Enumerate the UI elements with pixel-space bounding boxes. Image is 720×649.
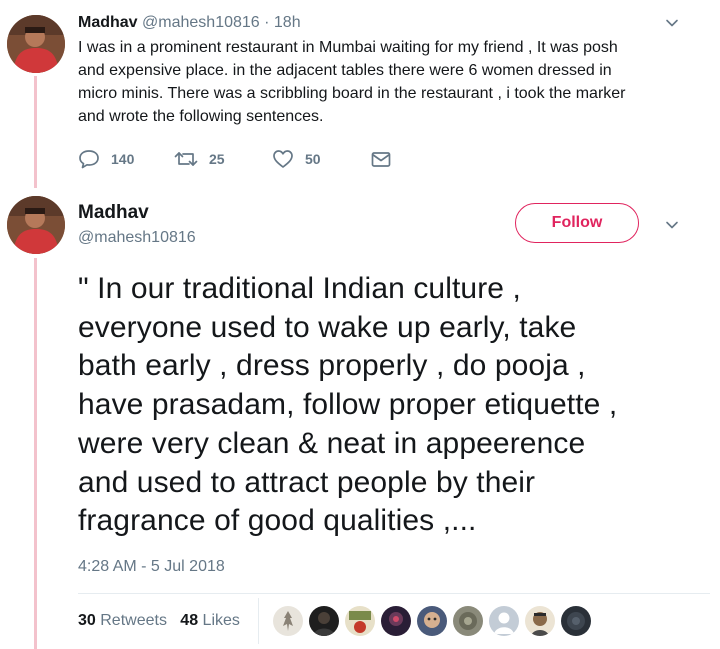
reply-icon: [79, 150, 99, 169]
tweet-text-line: everyone used to wake up early, take: [78, 310, 577, 344]
chevron-down-icon[interactable]: [664, 217, 680, 233]
like-count: 50: [305, 151, 321, 167]
tweet-text-line: fragrance of good qualities ,...: [78, 504, 477, 538]
liker-avatar[interactable]: [380, 605, 412, 637]
tweet-text: " In our traditional Indian culture , ev…: [78, 270, 698, 541]
user-handle[interactable]: @mahesh10816: [78, 228, 196, 248]
liker-avatar[interactable]: [524, 605, 556, 637]
liker-avatar[interactable]: [344, 605, 376, 637]
tweet-actions: 140 25 50: [78, 148, 408, 170]
tweet-text-line: and expensive place. in the adjacent tab…: [78, 62, 612, 79]
liker-avatar[interactable]: [452, 605, 484, 637]
tweet-text-line: bath early , dress properly , do pooja ,: [78, 349, 586, 383]
tweet-text-line: have prasadam, follow proper etiquette ,: [78, 388, 618, 422]
liker-avatar[interactable]: [308, 605, 340, 637]
tweet-stats: 30 Retweets 48 Likes: [78, 611, 240, 631]
liker-avatar[interactable]: [488, 605, 520, 637]
envelope-icon: [371, 152, 391, 167]
liker-avatar[interactable]: [272, 605, 304, 637]
thread-line-bottom: [34, 258, 37, 649]
likes-label: Likes: [202, 612, 240, 629]
tweet-text-line: " In our traditional Indian culture ,: [78, 272, 521, 305]
tweet-time[interactable]: 18h: [274, 14, 301, 31]
display-name[interactable]: Madhav: [78, 202, 149, 224]
tweet-text: I was in a prominent restaurant in Mumba…: [78, 36, 678, 128]
avatar[interactable]: [7, 15, 65, 73]
reply-button[interactable]: 140: [78, 148, 134, 170]
tweet-text-line: I was in a prominent restaurant in Mumba…: [78, 39, 618, 56]
reply-count: 140: [111, 151, 135, 167]
display-name[interactable]: Madhav: [78, 14, 138, 31]
tweet-text-line: were very clean & neat in appeerence: [78, 426, 586, 460]
retweet-total: 30: [78, 612, 96, 629]
tweet-timestamp[interactable]: 4:28 AM - 5 Jul 2018: [78, 557, 225, 577]
retweet-count: 25: [209, 151, 225, 167]
heart-icon: [273, 150, 293, 168]
likes-stat[interactable]: 48 Likes: [180, 612, 240, 629]
retweet-icon: [174, 152, 198, 166]
avatar[interactable]: [7, 196, 65, 254]
chevron-down-icon[interactable]: [664, 15, 680, 31]
tweet-header: Madhav @mahesh10816 · 18h: [78, 13, 301, 33]
thread-line-top: [34, 76, 37, 188]
liker-avatar[interactable]: [560, 605, 592, 637]
liker-avatar[interactable]: [416, 605, 448, 637]
follow-button[interactable]: Follow: [515, 203, 639, 243]
retweets-stat[interactable]: 30 Retweets: [78, 612, 167, 629]
meta-separator: ·: [259, 14, 274, 31]
user-handle[interactable]: @mahesh10816: [142, 14, 260, 31]
tweet-text-line: and used to attract people by their: [78, 465, 536, 499]
like-total: 48: [180, 612, 199, 629]
retweet-button[interactable]: 25: [174, 148, 225, 170]
direct-message-button[interactable]: [370, 148, 403, 170]
divider: [78, 593, 710, 594]
retweets-label: Retweets: [100, 612, 167, 629]
tweet-text-line: micro minis. There was a scribbling boar…: [78, 85, 626, 102]
stats-divider: [258, 598, 259, 644]
tweet-text-line: and wrote the following sentences.: [78, 108, 324, 125]
like-button[interactable]: 50: [272, 148, 321, 170]
